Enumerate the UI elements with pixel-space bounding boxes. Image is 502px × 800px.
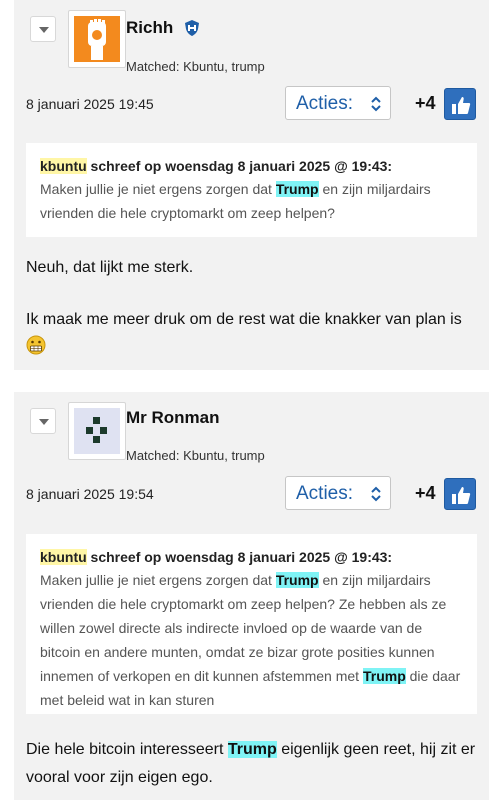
search-highlight: Trump <box>227 741 277 758</box>
matched-label: Matched: Kbuntu, trump <box>126 59 265 74</box>
acties-label: Acties: <box>296 483 354 504</box>
quote-block: kbuntu schreef op woensdag 8 januari 202… <box>26 143 477 237</box>
chevron-updown-icon <box>371 96 381 112</box>
thumbs-up-icon <box>452 97 471 114</box>
acties-dropdown[interactable]: Acties: <box>285 476 391 510</box>
username[interactable]: Richh <box>126 18 173 38</box>
post-mr-ronman: Mr Ronman Matched: Kbuntu, trump 8 janua… <box>14 392 489 800</box>
username[interactable]: Mr Ronman <box>126 408 220 428</box>
like-button[interactable] <box>444 478 476 510</box>
post-body-line: Neuh, dat lijkt me sterk. <box>26 259 194 276</box>
avatar[interactable] <box>68 402 126 460</box>
quote-author[interactable]: kbuntu <box>40 158 87 174</box>
post-date[interactable]: 8 januari 2025 19:54 <box>26 486 154 502</box>
quote-author[interactable]: kbuntu <box>40 549 87 565</box>
post-separator <box>0 370 502 392</box>
avatar[interactable] <box>68 10 126 68</box>
score: +4 <box>415 93 436 113</box>
collapse-arrow-icon[interactable] <box>30 16 56 42</box>
like-button[interactable] <box>444 88 476 120</box>
quote-block: kbuntu schreef op woensdag 8 januari 202… <box>26 534 477 714</box>
search-highlight: Trump <box>362 668 406 684</box>
quote-header: kbuntu schreef op woensdag 8 januari 202… <box>40 549 393 565</box>
thumbs-up-icon <box>452 487 471 504</box>
shield-icon <box>185 20 199 36</box>
chevron-updown-icon <box>371 486 381 502</box>
search-highlight: Trump <box>275 572 319 588</box>
grimace-emoji-icon <box>26 335 46 365</box>
post-body-paragraph: Ik maak me meer druk om de rest wat die … <box>26 306 486 365</box>
search-highlight: Trump <box>275 181 319 197</box>
quote-text: Maken jullie je niet ergens zorgen dat T… <box>40 181 431 221</box>
post-date[interactable]: 8 januari 2025 19:45 <box>26 96 154 112</box>
quote-text: Maken jullie je niet ergens zorgen dat T… <box>40 572 461 708</box>
matched-label: Matched: Kbuntu, trump <box>126 448 265 463</box>
acties-label: Acties: <box>296 93 354 114</box>
post-body-paragraph: Die hele bitcoin interesseert Trump eige… <box>26 741 476 786</box>
collapse-arrow-icon[interactable] <box>30 408 56 434</box>
acties-dropdown[interactable]: Acties: <box>285 86 391 120</box>
score: +4 <box>415 483 436 503</box>
quote-header: kbuntu schreef op woensdag 8 januari 202… <box>40 158 393 174</box>
post-richh: Richh Matched: Kbuntu, trump 8 januari 2… <box>14 0 489 370</box>
